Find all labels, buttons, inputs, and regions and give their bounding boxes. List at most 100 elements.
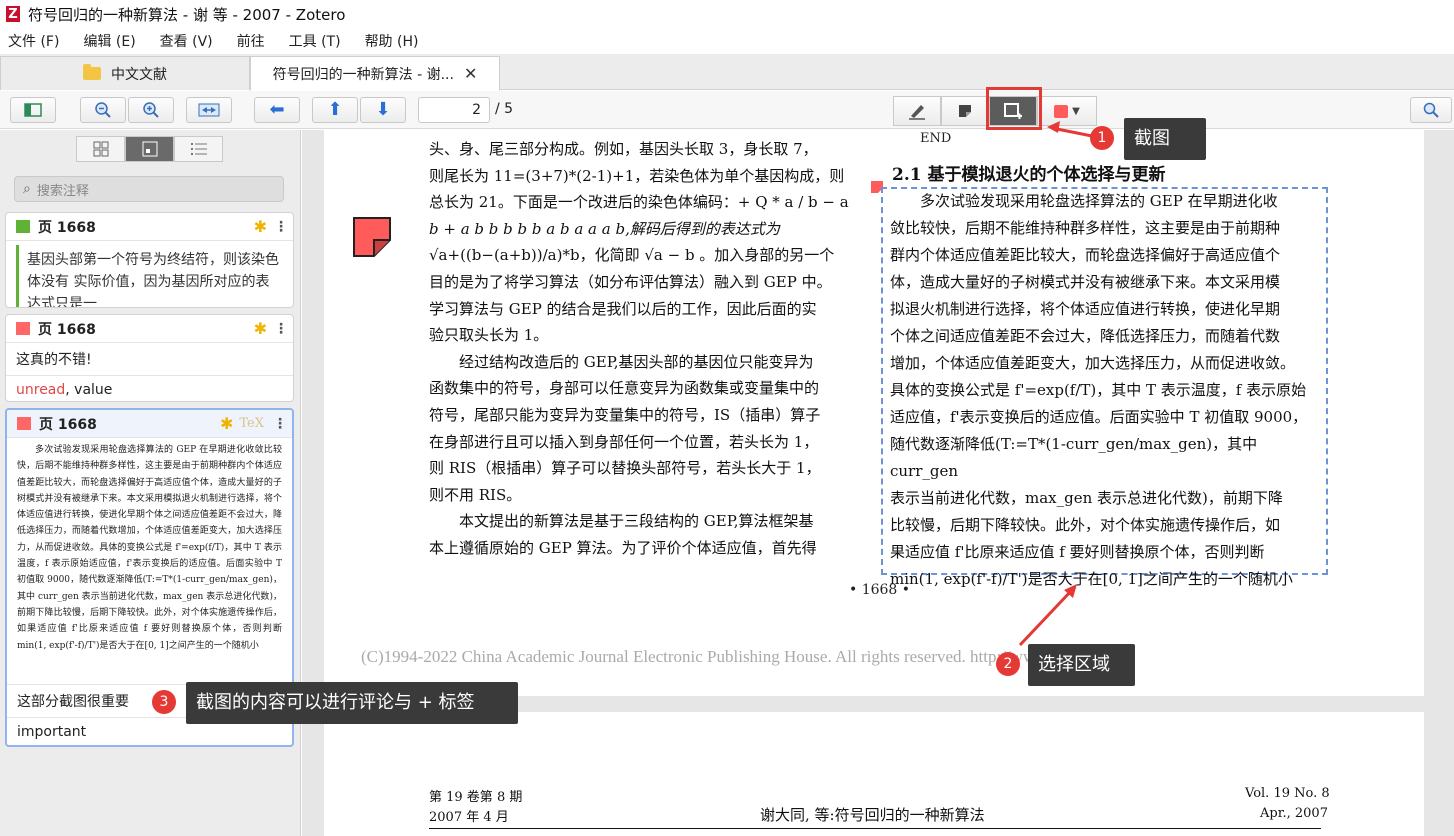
zoom-in-button[interactable] bbox=[128, 97, 174, 123]
note-color-icon bbox=[16, 322, 30, 335]
more-options-icon[interactable]: ⋮ bbox=[273, 219, 289, 235]
text-line: 则 RIS（根插串）算子可以替换头部符号，若头长大于 1， bbox=[429, 459, 821, 478]
text-line: 本文提出的新算法是基于三段结构的 GEP,算法框架基 bbox=[459, 512, 814, 531]
header-rule bbox=[429, 828, 1321, 829]
tag-icon[interactable]: ✱ bbox=[254, 217, 267, 236]
running-head-title: 谢大同, 等:符号回归的一种新算法 bbox=[760, 806, 985, 824]
text-line: 在身部进行且可以插入到身部任何一个位置，若头长为 1， bbox=[429, 432, 819, 451]
text-line: 个体之间适应值差距不会过大，降低选择压力，而随着代数 bbox=[890, 327, 1281, 345]
next-page-button[interactable]: ⬇ bbox=[360, 97, 406, 123]
text-line: 总长为 21。下面是一个改进后的染色体编码：+ Q * a / b − a bbox=[429, 193, 849, 212]
sidebar-toggle-icon bbox=[24, 103, 42, 117]
text-line: 函数集中的符号，身部可以任意变异为函数集或变量集中的 bbox=[429, 379, 820, 398]
annotation-text: 基因头部第一个符号为终结符，则该染色体没有 实际价值，因为基因所对应的表达式只是… bbox=[16, 245, 293, 307]
menu-go[interactable]: 前往 bbox=[233, 31, 269, 51]
text-line: b + a b b b b b a b a a a b,解码后得到的表达式为 bbox=[429, 219, 780, 238]
callout-screenshot: 截图 bbox=[1124, 118, 1206, 160]
window-title: 符号回归的一种新算法 - 谢 等 - 2007 - Zotero bbox=[28, 5, 346, 24]
close-tab-icon[interactable]: ✕ bbox=[464, 64, 477, 83]
page-number-input[interactable]: 2 bbox=[418, 97, 490, 123]
arrow-up-icon: ⬆ bbox=[327, 99, 343, 120]
text-line: 本上遵循原始的 GEP 算法。为了评价个体适应值，首先得 bbox=[429, 538, 817, 557]
text-line: 增加，个体适应值差距变大，加大选择压力，从而促进收敛。 bbox=[890, 354, 1296, 372]
sidebar-view-switch bbox=[76, 136, 223, 162]
right-column-text: 多次试验发现采用轮盘选择算法的 GEP 在早期进化收 敛比较快，后期不能维持种群… bbox=[890, 188, 1316, 593]
previous-page-button[interactable]: ⬆ bbox=[312, 97, 358, 123]
tab-reader-label: 符号回归的一种新算法 - 谢... bbox=[272, 66, 454, 83]
copyright-watermark: (C)1994-2022 China Academic Journal Elec… bbox=[361, 647, 1105, 666]
running-head-date-en: Apr., 2007 bbox=[1260, 806, 1328, 821]
tab-bar: 中文文献 符号回归的一种新算法 - 谢... ✕ bbox=[0, 54, 1454, 91]
text-line: 则尾长为 11=(3+7)*(2-1)+1，若染色体为单个基因构成，则 bbox=[429, 166, 845, 185]
annotation-header: 页 1668 ✱ ⋮ bbox=[6, 213, 293, 241]
annotation-comment[interactable]: 这真的不错! bbox=[6, 343, 293, 375]
text-line: 果适应值 f'比原来适应值 f 要好则替换原个体，否则判断 bbox=[890, 543, 1265, 561]
text-line: 头、身、尾三部分构成。例如，基因头长取 3，身长取 7， bbox=[429, 140, 818, 158]
tab-reader[interactable]: 符号回归的一种新算法 - 谢... ✕ bbox=[250, 56, 500, 91]
pdf-page-next: 第 19 卷第 8 期 2007 年 4 月 谢大同, 等:符号回归的一种新算法… bbox=[324, 712, 1424, 836]
end-label: END bbox=[920, 131, 952, 146]
highlight-tool-button[interactable] bbox=[893, 96, 941, 126]
menu-edit[interactable]: 编辑 (E) bbox=[79, 31, 139, 51]
text-line: 适应值，f'表示变换后的适应值。后面实验中 T 初值取 9000， bbox=[890, 408, 1308, 426]
screenshot-tool-highlight bbox=[986, 87, 1042, 130]
tex-icon[interactable]: TeX bbox=[239, 416, 264, 431]
text-line: 敛比较快，后期不能维持种群多样性，这主要是由于前期种 bbox=[890, 219, 1281, 237]
text-line: 验只取头长为 1。 bbox=[429, 326, 549, 345]
text-line: 具体的变换公式是 f'=exp(f/T)，其中 T 表示温度，f 表示原始 bbox=[890, 381, 1307, 399]
annotations-view-button[interactable] bbox=[125, 136, 174, 162]
note-annotation-icon[interactable] bbox=[352, 216, 392, 258]
annotation-header: 页 1668 ✱ ⋮ bbox=[6, 315, 293, 343]
color-picker-button[interactable]: ▼ bbox=[1037, 96, 1097, 126]
callout-badge-2: 2 bbox=[996, 652, 1020, 676]
pdf-page: 头、身、尾三部分构成。例如，基因头长取 3，身长取 7， 则尾长为 11=(3+… bbox=[324, 130, 1424, 696]
tag-icon[interactable]: ✱ bbox=[220, 414, 233, 433]
annotation-tags[interactable]: unread, value bbox=[6, 375, 293, 401]
running-head-volume-en: Vol. 19 No. 8 bbox=[1245, 786, 1330, 801]
search-placeholder: 搜索注释 bbox=[36, 183, 89, 199]
annotation-card-highlight[interactable]: 页 1668 ✱ ⋮ 基因头部第一个符号为终结符，则该染色体没有 实际价值，因为… bbox=[5, 212, 294, 308]
zoom-out-icon bbox=[95, 102, 111, 118]
image-annotation-icon bbox=[17, 417, 31, 430]
folder-icon bbox=[83, 64, 101, 80]
note-tool-button[interactable] bbox=[941, 96, 989, 126]
tag-value: , value bbox=[65, 382, 113, 398]
annotation-search-input[interactable]: ⌕ 搜索注释 bbox=[14, 176, 284, 202]
page-number: • 1668 • bbox=[849, 582, 911, 598]
menu-view[interactable]: 查看 (V) bbox=[156, 31, 217, 51]
annotation-card-note[interactable]: 页 1668 ✱ ⋮ 这真的不错! unread, value bbox=[5, 314, 294, 402]
menu-tools[interactable]: 工具 (T) bbox=[285, 31, 345, 51]
callout-badge-3: 3 bbox=[152, 690, 176, 714]
zoom-out-button[interactable] bbox=[80, 97, 126, 123]
search-icon: ⌕ bbox=[23, 181, 31, 197]
annotation-page: 页 1668 bbox=[38, 219, 96, 236]
text-line: 学习算法与 GEP 的结合是我们以后的工作，因此后面的实 bbox=[429, 299, 817, 318]
pdf-viewer[interactable]: 头、身、尾三部分构成。例如，基因头长取 3，身长取 7， 则尾长为 11=(3+… bbox=[302, 130, 1454, 836]
tab-library[interactable]: 中文文献 bbox=[0, 56, 250, 90]
text-line: 随代数逐渐降低(T:=T*(1-curr_gen/max_gen)，其中 cur… bbox=[890, 435, 1258, 480]
text-line: min(1, exp(f'-f)/T')是否大于在[0, 1]之间产生的一个随机… bbox=[890, 570, 1293, 588]
menu-help[interactable]: 帮助 (H) bbox=[361, 31, 423, 51]
menu-file[interactable]: 文件 (F) bbox=[4, 31, 63, 51]
find-button[interactable] bbox=[1410, 97, 1452, 123]
toggle-sidebar-button[interactable] bbox=[10, 97, 56, 123]
pen-icon bbox=[909, 105, 925, 120]
text-line: 多次试验发现采用轮盘选择算法的 GEP 在早期进化收 bbox=[920, 192, 1278, 210]
running-head-date-cn: 2007 年 4 月 bbox=[429, 810, 509, 825]
zoom-in-icon bbox=[143, 102, 159, 118]
outline-view-button[interactable] bbox=[174, 136, 223, 162]
annotation-header: 页 1668 ✱ TeX ⋮ bbox=[7, 410, 292, 438]
fit-width-button[interactable] bbox=[186, 97, 232, 123]
arrow-down-icon: ⬇ bbox=[375, 99, 391, 120]
thumbnails-view-button[interactable] bbox=[76, 136, 125, 162]
fit-width-icon bbox=[198, 103, 220, 117]
chevron-down-icon: ▼ bbox=[1072, 105, 1080, 117]
more-options-icon[interactable]: ⋮ bbox=[273, 321, 289, 337]
running-head-volume-cn: 第 19 卷第 8 期 bbox=[429, 790, 523, 805]
menu-bar: 文件 (F) 编辑 (E) 查看 (V) 前往 工具 (T) 帮助 (H) bbox=[0, 28, 1454, 54]
back-button[interactable]: ⬅ bbox=[254, 97, 300, 123]
tag-icon[interactable]: ✱ bbox=[254, 319, 267, 338]
annotation-page: 页 1668 bbox=[38, 321, 96, 338]
more-options-icon[interactable]: ⋮ bbox=[272, 416, 288, 432]
reader-toolbar: ⬅ ⬆ ⬇ bbox=[0, 91, 1454, 129]
